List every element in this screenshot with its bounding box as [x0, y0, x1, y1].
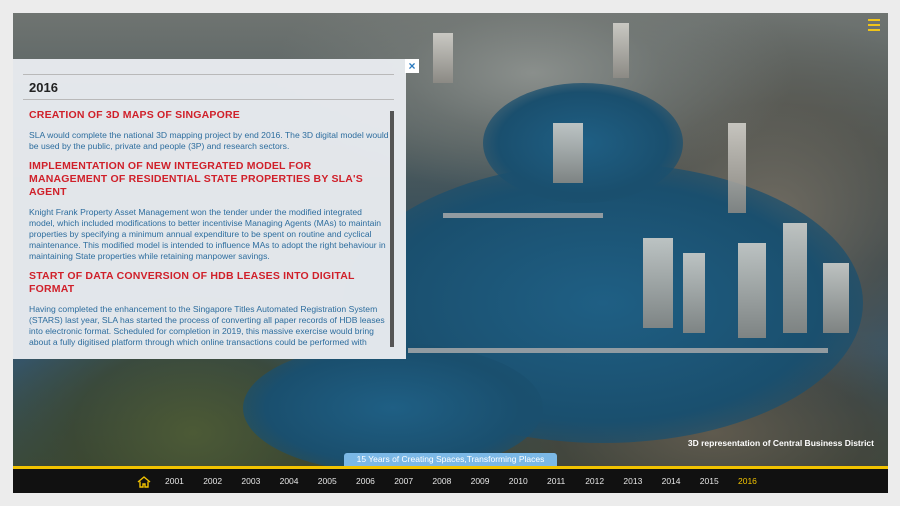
section-heading: CREATION OF 3D MAPS OF SINGAPORE — [29, 109, 240, 121]
section-body: Having completed the enhancement to the … — [29, 304, 385, 349]
close-icon[interactable]: × — [405, 59, 419, 73]
river-water — [483, 83, 683, 203]
timeline-year-2013[interactable]: 2013 — [623, 476, 642, 486]
tower — [728, 123, 746, 213]
timeline-year-2012[interactable]: 2012 — [585, 476, 604, 486]
tower — [823, 263, 849, 333]
panel-content[interactable]: CREATION OF 3D MAPS OF SINGAPORE SLA wou… — [29, 109, 389, 349]
app-frame: × 2016 CREATION OF 3D MAPS OF SINGAPORE … — [13, 13, 888, 493]
tower — [433, 33, 453, 83]
year-info-panel: × 2016 CREATION OF 3D MAPS OF SINGAPORE … — [13, 59, 419, 359]
year-timeline: 2001 2002 2003 2004 2005 2006 2007 2008 2009 2010… — [13, 469, 888, 493]
timeline-year-2007[interactable]: 2007 — [394, 476, 413, 486]
timeline-year-2004[interactable]: 2004 — [280, 476, 299, 486]
panel-scrollbar[interactable] — [390, 111, 394, 347]
timeline-year-2014[interactable]: 2014 — [662, 476, 681, 486]
bridge — [408, 348, 828, 353]
timeline-year-2005[interactable]: 2005 — [318, 476, 337, 486]
tower — [553, 123, 583, 183]
section-heading: START OF DATA CONVERSION OF HDB LEASES I… — [29, 270, 355, 295]
harbour-water — [243, 343, 543, 467]
tower — [738, 243, 766, 338]
menu-icon[interactable] — [868, 19, 880, 31]
home-icon[interactable] — [137, 475, 151, 488]
timeline-year-2006[interactable]: 2006 — [356, 476, 375, 486]
timeline-year-2010[interactable]: 2010 — [509, 476, 528, 486]
tagline-tab: 15 Years of Creating Spaces,Transforming… — [344, 453, 557, 466]
timeline-year-2011[interactable]: 2011 — [547, 476, 565, 486]
section-body: Knight Frank Property Asset Management w… — [29, 207, 386, 261]
divider — [23, 74, 394, 75]
tower — [683, 253, 705, 333]
timeline-year-2008[interactable]: 2008 — [432, 476, 451, 486]
tower — [783, 223, 807, 333]
tower — [613, 23, 629, 78]
panel-year-title: 2016 — [29, 80, 58, 95]
timeline-year-2002[interactable]: 2002 — [203, 476, 222, 486]
tower — [643, 238, 673, 328]
timeline-year-2003[interactable]: 2003 — [241, 476, 260, 486]
timeline-year-2001[interactable]: 2001 — [165, 476, 184, 486]
bridge — [443, 213, 603, 218]
timeline-year-2015[interactable]: 2015 — [700, 476, 719, 486]
city-3d-map[interactable]: × 2016 CREATION OF 3D MAPS OF SINGAPORE … — [13, 13, 888, 467]
divider — [23, 99, 394, 100]
map-caption: 3D representation of Central Business Di… — [687, 438, 874, 448]
timeline-year-2009[interactable]: 2009 — [471, 476, 490, 486]
section-heading: IMPLEMENTATION OF NEW INTEGRATED MODEL F… — [29, 160, 363, 198]
section-body: SLA would complete the national 3D mappi… — [29, 130, 389, 151]
timeline-year-2016[interactable]: 2016 — [738, 476, 757, 486]
